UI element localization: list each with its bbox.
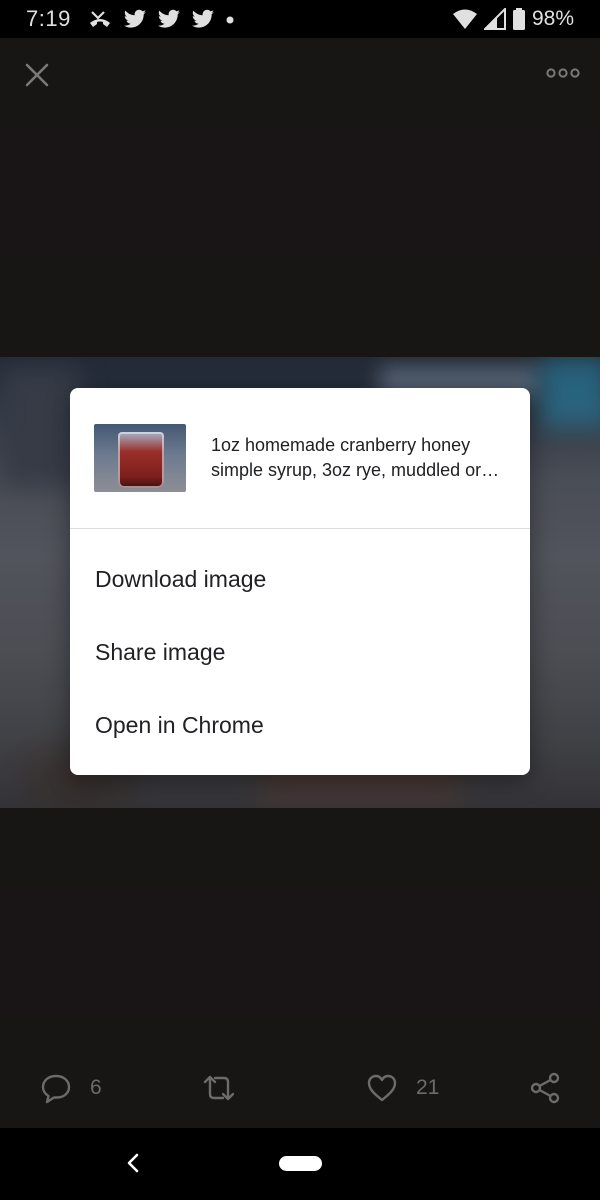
retweet-icon [203,1075,235,1101]
tweet-image-viewer: 7:19 98% 1oz homemade cranberry honey si… [0,0,600,1200]
tweet-actions: 6 21 [0,1062,600,1120]
image-options-dialog: 1oz homemade cranberry honey simple syru… [70,388,530,775]
reply-button[interactable]: 6 [40,1072,102,1104]
reply-icon [41,1074,71,1104]
home-pill-button[interactable] [279,1156,322,1171]
download-image-option[interactable]: Download image [70,543,530,616]
like-count: 21 [416,1076,440,1099]
dialog-header: 1oz homemade cranberry honey simple syru… [70,388,530,529]
share-icon [530,1072,560,1104]
reply-count: 6 [90,1076,102,1099]
heart-icon [367,1074,397,1102]
share-image-option[interactable]: Share image [70,616,530,689]
tweet-caption: 1oz homemade cranberry honey simple syru… [211,435,500,480]
thumbnail-glass [118,432,164,488]
like-button[interactable]: 21 [366,1072,439,1104]
navigation-bar [0,1128,600,1200]
retweet-button[interactable] [201,1072,255,1104]
image-thumbnail [94,424,186,492]
open-in-chrome-option[interactable]: Open in Chrome [70,689,530,762]
back-icon[interactable] [120,1150,146,1176]
dialog-menu: Download image Share image Open in Chrom… [70,529,530,762]
share-button[interactable] [528,1072,562,1104]
